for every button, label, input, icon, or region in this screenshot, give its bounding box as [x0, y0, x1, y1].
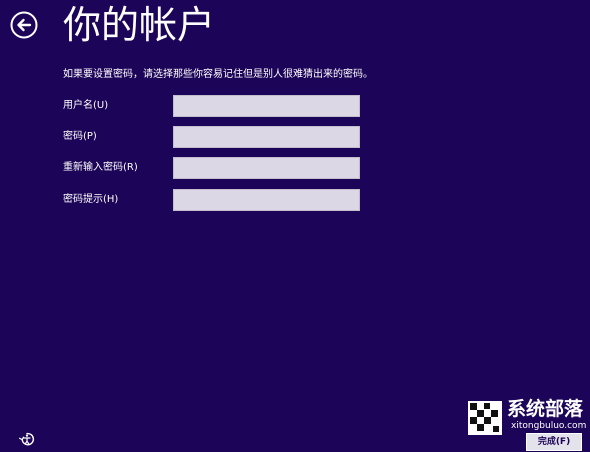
password-hint-label: 密码提示(H) [63, 194, 119, 205]
password-hint-row: 密码提示(H) [63, 189, 363, 211]
watermark: 系统部落 xitongbuluo.com [468, 398, 590, 435]
watermark-logo-icon [468, 401, 502, 435]
account-setup-page: 你的帐户 如果要设置密码，请选择那些你容易记住但是别人很难猜出来的密码。 用户名… [0, 0, 590, 452]
page-title: 你的帐户 [63, 3, 216, 47]
finish-button[interactable]: 完成(F) [526, 433, 582, 451]
reenter-password-row: 重新输入密码(R) [63, 157, 363, 179]
watermark-name: 系统部落 [507, 398, 584, 420]
ease-of-access-icon[interactable] [18, 430, 36, 448]
watermark-url: xitongbuluo.com [511, 421, 587, 431]
password-hint-input[interactable] [173, 189, 360, 211]
username-input[interactable] [173, 95, 360, 117]
back-arrow-icon[interactable] [10, 11, 38, 39]
reenter-password-label: 重新输入密码(R) [63, 162, 138, 173]
instructions-text: 如果要设置密码，请选择那些你容易记住但是别人很难猜出来的密码。 [63, 69, 373, 80]
password-row: 密码(P) [63, 126, 363, 148]
reenter-password-input[interactable] [173, 157, 360, 179]
password-input[interactable] [173, 126, 360, 148]
password-label: 密码(P) [63, 131, 97, 142]
username-row: 用户名(U) [63, 95, 363, 117]
username-label: 用户名(U) [63, 100, 109, 111]
